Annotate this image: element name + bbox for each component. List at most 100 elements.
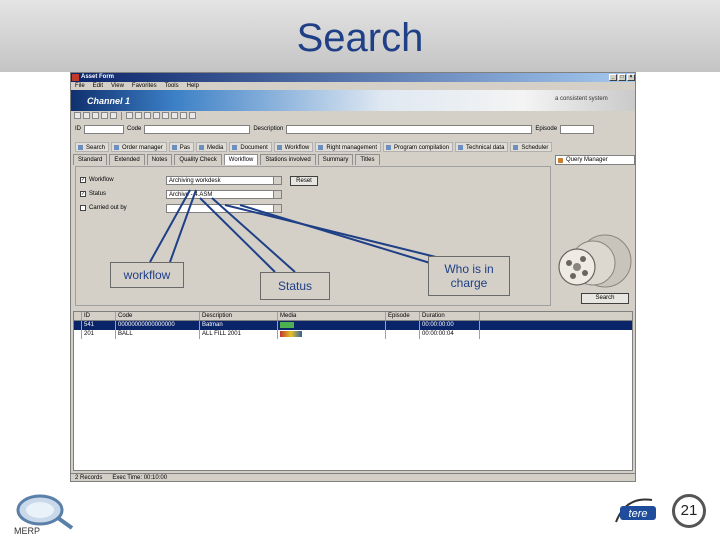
subtab-notes[interactable]: Notes [146,154,173,165]
menu-help[interactable]: Help [187,82,199,90]
subtab-titles[interactable]: Titles [355,154,380,165]
cell-episode [386,330,420,339]
grid-header: ID Code Description Media Episode Durati… [74,312,632,321]
menu-favorites[interactable]: Favorites [132,82,157,90]
window-titlebar: Asset Form _ □ × [71,73,635,82]
window-title: Asset Form [81,74,115,80]
menu-bar: File Edit View Favorites Tools Help [71,82,635,90]
help-icon[interactable] [135,112,142,119]
cell-code: 00000000000000000 [116,321,200,330]
film-reel-icon [558,234,632,288]
module-tab-document[interactable]: Document [229,141,272,152]
episode-field[interactable] [560,124,595,134]
open-icon[interactable] [83,112,90,119]
subtab-extended[interactable]: Extended [109,154,145,165]
save-icon[interactable] [144,112,151,119]
menu-edit[interactable]: Edit [93,82,103,90]
status-checkbox[interactable]: ✓ [80,191,86,197]
tere-logo: tere [615,498,656,523]
callout-workflow: workflow [110,262,184,288]
description-field[interactable] [286,124,533,134]
chevron-down-icon[interactable] [273,191,281,198]
code-label: Code [127,126,142,132]
refresh-icon[interactable] [171,112,178,119]
minimize-button[interactable]: _ [609,74,617,81]
subtab-standard[interactable]: Standard [73,154,108,165]
cell-description: ALL FILL 2001 [200,330,278,339]
status-select[interactable]: Archive - 4.ASM [166,190,282,199]
undo-icon[interactable] [92,112,99,119]
column-header-id[interactable]: ID [82,312,116,320]
chevron-down-icon[interactable] [273,205,281,212]
redo-icon[interactable] [101,112,108,119]
subtab-stations-involved[interactable]: Stations involved [260,154,316,165]
results-grid: ID Code Description Media Episode Durati… [73,311,633,471]
copy-icon[interactable] [162,112,169,119]
column-header[interactable] [74,312,82,320]
episode-label: Episode [535,126,558,132]
cell-id: 541 [82,321,116,330]
menu-view[interactable]: View [111,82,124,90]
carried-out-by-checkbox[interactable] [80,205,86,211]
query-manager-dropdown[interactable]: Query Manager [555,155,635,165]
id-field[interactable] [84,124,124,134]
subtab-quality-check[interactable]: Quality Check [174,154,222,165]
module-tab-media[interactable]: Media [196,141,228,152]
search-button[interactable]: Search [581,293,629,304]
subtab-summary[interactable]: Summary [317,154,354,165]
workflow-checkbox[interactable]: ✓ [80,177,86,183]
table-row[interactable]: 541 00000000000000000 Batman 00:00:00:00 [74,321,632,330]
search-subtabs: Standard Extended Notes Quality Check Wo… [71,154,551,165]
maximize-button[interactable]: □ [618,74,626,81]
carried-out-by-label: Carried out by [89,205,127,211]
row-selector[interactable] [74,330,82,339]
menu-tools[interactable]: Tools [165,82,179,90]
module-tab-program-compilation[interactable]: Program compilation [383,141,454,152]
asset-field-row: ID Code Description Episode [71,123,635,135]
module-tab-order-manager[interactable]: Order manager [111,141,167,152]
cell-id: 201 [82,330,116,339]
edit-icon[interactable] [153,112,160,119]
banner-tagline: a consistent system [555,96,608,102]
cell-description: Batman [200,321,278,330]
status-exec-time: Exec Time: 00:10:00 [112,475,168,481]
column-header-media[interactable]: Media [278,312,386,320]
link-icon[interactable] [110,112,117,119]
tere-logo-text: tere [629,508,648,520]
column-header-code[interactable]: Code [116,312,200,320]
print-icon[interactable] [180,112,187,119]
table-row[interactable]: 201 BALL ALL FILL 2001 00:00:00:04 [74,330,632,339]
reset-button[interactable]: Reset [290,176,318,186]
window-controls: _ □ × [609,74,635,81]
module-tab-technical-data[interactable]: Technical data [455,141,509,152]
toolbar-separator [121,111,122,120]
new-icon[interactable] [74,112,81,119]
status-criterion-label: Status [89,191,107,197]
column-header-duration[interactable]: Duration [420,312,480,320]
delete-icon[interactable] [126,112,133,119]
cell-media [278,330,386,339]
workflow-criterion-label: Workflow [89,177,114,183]
status-select-value: Archive - 4.ASM [169,192,213,198]
subtab-workflow[interactable]: Workflow [223,154,259,165]
workflow-select[interactable]: Archiving workdesk [166,176,282,185]
chevron-down-icon[interactable] [273,177,281,184]
carried-out-by-select[interactable] [166,204,282,213]
close-button[interactable]: × [627,74,635,81]
module-tab-scheduler[interactable]: Scheduler [510,141,553,152]
module-tab-workflow[interactable]: Workflow [273,141,314,152]
cell-episode [386,321,420,330]
module-tab-right-management[interactable]: Right management [315,141,382,152]
channel-banner: Channel 1 [71,90,635,111]
column-header-description[interactable]: Description [200,312,278,320]
module-tab-pas[interactable]: Pas [168,141,195,152]
menu-file[interactable]: File [75,82,85,90]
app-icon [72,74,79,81]
criterion-status: ✓ Status [80,191,106,197]
row-selector[interactable] [74,321,82,330]
status-record-count: 2 Records [75,475,103,481]
module-tab-search[interactable]: Search [75,141,110,152]
column-header-episode[interactable]: Episode [386,312,420,320]
tools-icon[interactable] [189,112,196,119]
code-field[interactable] [144,124,251,134]
